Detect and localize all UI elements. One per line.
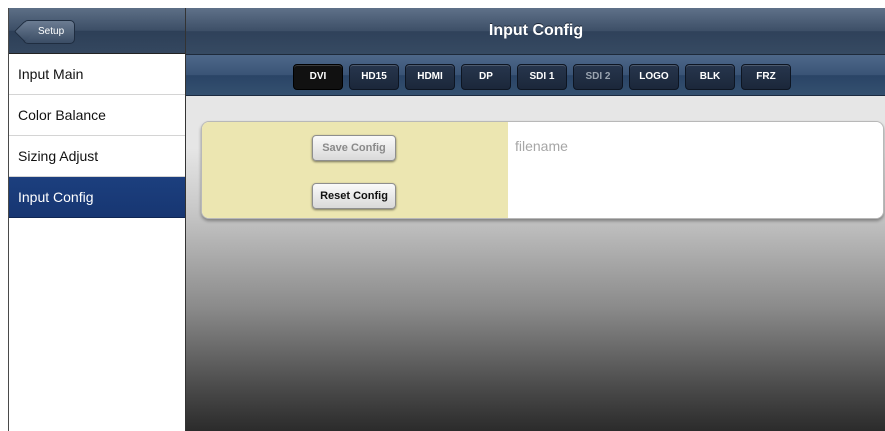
reset-config-row: Reset Config [202, 170, 883, 218]
setup-back-button[interactable]: Setup [23, 20, 76, 44]
filename-cell [508, 122, 883, 170]
input-tab-sdi2[interactable]: SDI 2 [573, 64, 623, 90]
sidebar-item-label: Color Balance [18, 107, 106, 123]
input-tab-dvi[interactable]: DVI [293, 64, 343, 90]
app-frame: Setup Input Main Color Balance Sizing Ad… [8, 8, 885, 431]
sidebar-item-label: Sizing Adjust [18, 148, 99, 164]
reset-config-cell: Reset Config [202, 170, 508, 218]
input-tab-dp[interactable]: DP [461, 64, 511, 90]
save-config-row: Save Config [202, 122, 883, 171]
main-content: Input Config DVI HD15 HDMI DP SDI 1 SDI … [185, 8, 885, 431]
setup-back-label: Setup [38, 26, 65, 37]
reset-config-button[interactable]: Reset Config [312, 183, 396, 209]
input-tab-hd15[interactable]: HD15 [349, 64, 399, 90]
sidebar-item-sizing-adjust[interactable]: Sizing Adjust [9, 136, 186, 177]
sidebar-item-label: Input Config [18, 189, 94, 205]
input-tab-sdi1[interactable]: SDI 1 [517, 64, 567, 90]
input-tab-blk[interactable]: BLK [685, 64, 735, 90]
sidebar-item-input-main[interactable]: Input Main [9, 54, 186, 95]
input-tab-logo[interactable]: LOGO [629, 64, 679, 90]
save-config-cell: Save Config [202, 122, 508, 170]
reset-config-empty-cell [508, 170, 883, 218]
save-config-button[interactable]: Save Config [312, 135, 396, 161]
input-tab-hdmi[interactable]: HDMI [405, 64, 455, 90]
sidebar-item-color-balance[interactable]: Color Balance [9, 95, 186, 136]
input-selector-bar: DVI HD15 HDMI DP SDI 1 SDI 2 LOGO BLK FR… [186, 55, 885, 96]
sidebar-header: Setup [9, 8, 186, 54]
sidebar-item-input-config[interactable]: Input Config [9, 177, 186, 218]
sidebar: Setup Input Main Color Balance Sizing Ad… [8, 8, 186, 431]
sidebar-item-label: Input Main [18, 66, 84, 82]
page-title-bar: Input Config [186, 8, 885, 55]
page-title: Input Config [488, 22, 584, 39]
filename-input[interactable] [508, 122, 883, 170]
config-panel: Save Config Reset Config [201, 121, 884, 219]
input-tab-frz[interactable]: FRZ [741, 64, 791, 90]
